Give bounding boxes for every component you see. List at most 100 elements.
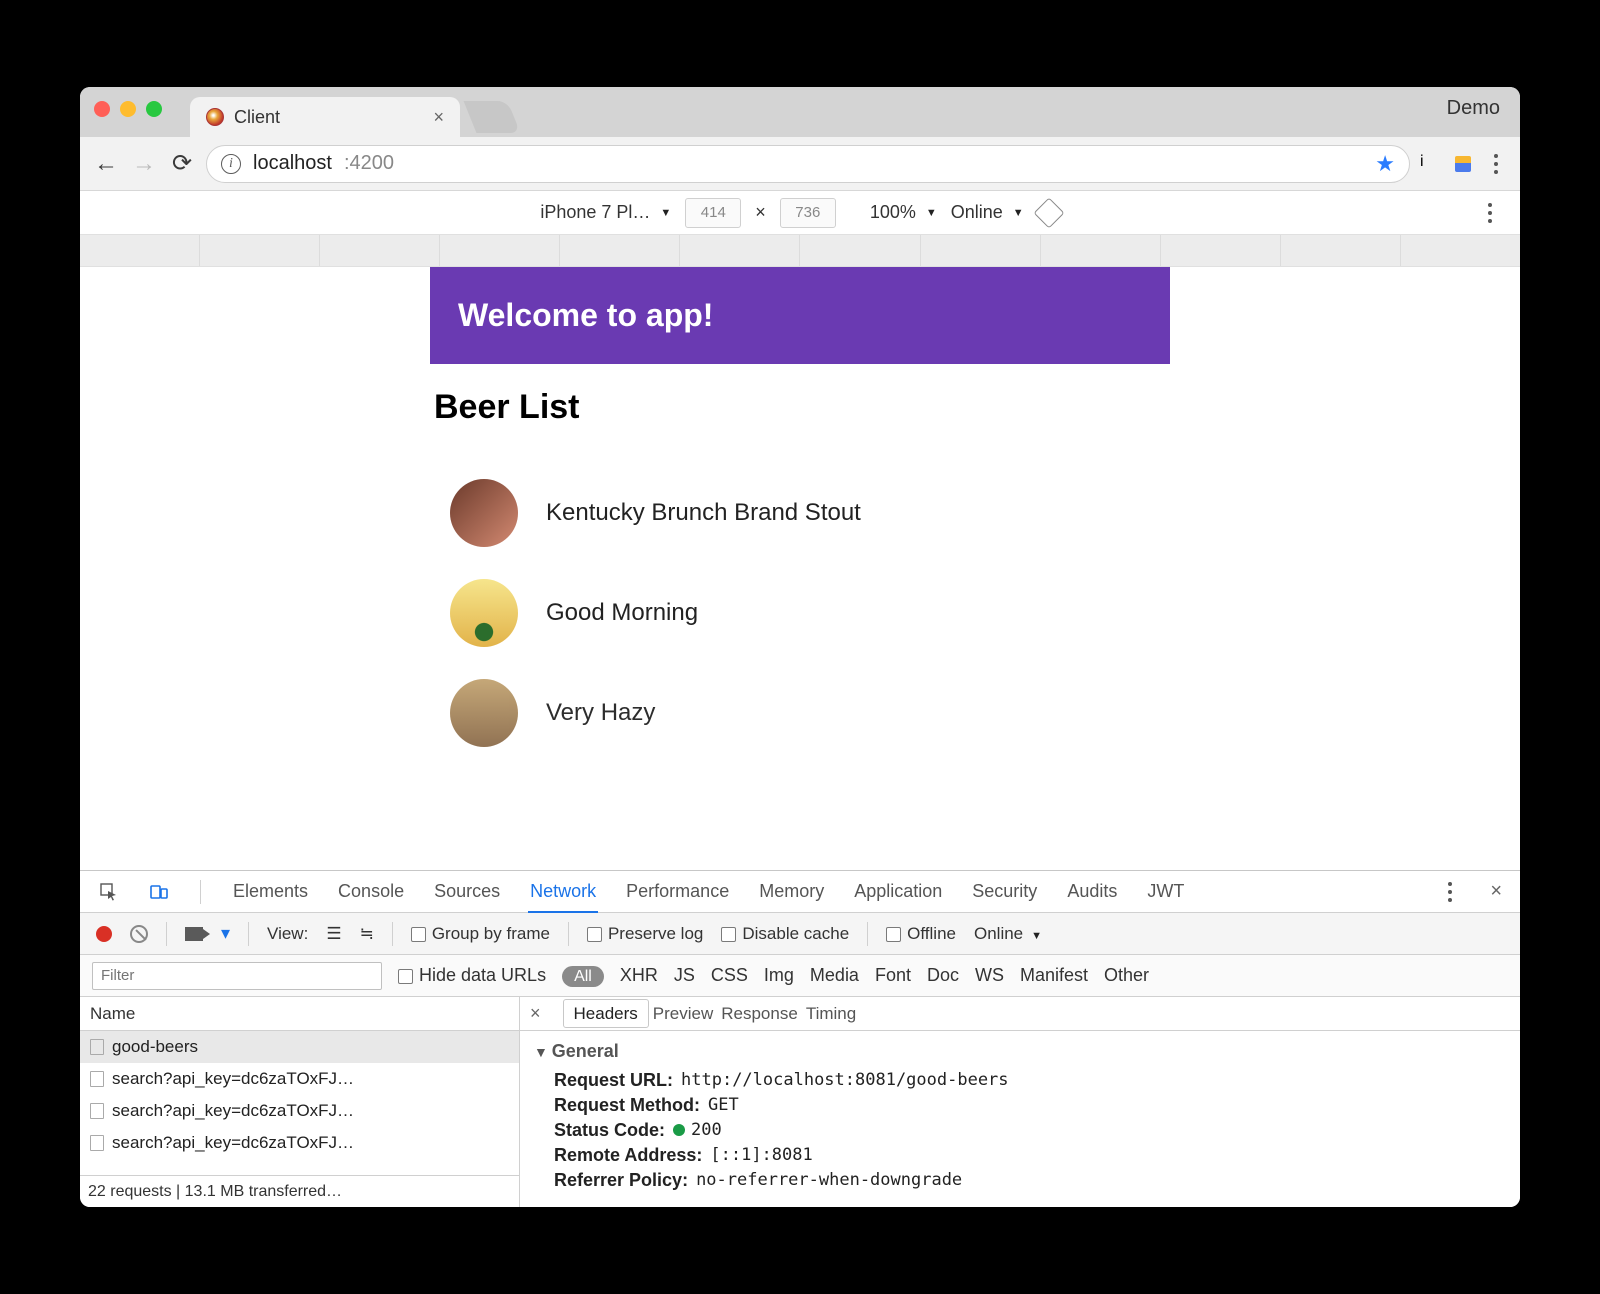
profile-label[interactable]: Demo [1447, 97, 1500, 120]
group-by-frame-checkbox[interactable]: Group by frame [411, 924, 550, 944]
rotate-icon[interactable] [1033, 197, 1064, 228]
type-filter-all[interactable]: All [562, 966, 604, 987]
remote-address-key: Remote Address: [554, 1145, 702, 1166]
devtools-tab-elements[interactable]: Elements [231, 871, 310, 911]
device-select[interactable]: iPhone 7 Pl… [540, 202, 671, 223]
type-filter-css[interactable]: CSS [711, 965, 748, 985]
type-filter-media[interactable]: Media [810, 965, 859, 985]
request-row[interactable]: good-beers [80, 1031, 519, 1063]
dimensions-times: × [755, 202, 766, 223]
name-column-header[interactable]: Name [80, 997, 519, 1031]
inspect-icon[interactable] [98, 881, 120, 903]
zoom-select[interactable]: 100% [870, 202, 937, 223]
filter-input[interactable] [92, 962, 382, 990]
list-item[interactable]: Kentucky Brunch Brand Stout [450, 463, 1150, 563]
devtools-tab-console[interactable]: Console [336, 871, 406, 911]
document-icon [90, 1071, 104, 1087]
devtools-tab-jwt[interactable]: JWT [1145, 871, 1186, 911]
view-list-icon[interactable]: ☰ [326, 924, 341, 944]
type-filter-xhr[interactable]: XHR [620, 965, 658, 985]
forward-button[interactable]: → [130, 150, 158, 178]
referrer-policy-key: Referrer Policy: [554, 1170, 688, 1191]
type-filter-js[interactable]: JS [674, 965, 695, 985]
network-status-line: 22 requests | 13.1 MB transferred… [80, 1175, 519, 1207]
status-code-key: Status Code: [554, 1120, 665, 1141]
type-filter-img[interactable]: Img [764, 965, 794, 985]
device-mode-icon[interactable] [148, 881, 170, 903]
type-filter-manifest[interactable]: Manifest [1020, 965, 1088, 985]
devtools-menu-button[interactable] [1438, 882, 1462, 902]
remote-address-value: [::1]:8081 [710, 1145, 812, 1166]
window-minimize-button[interactable] [120, 101, 136, 117]
preserve-log-checkbox[interactable]: Preserve log [587, 924, 703, 944]
reload-button[interactable]: ⟳ [168, 149, 196, 178]
devtools-tab-audits[interactable]: Audits [1065, 871, 1119, 911]
status-dot-icon [673, 1124, 685, 1136]
device-menu-button[interactable] [1478, 203, 1502, 223]
type-filter-other[interactable]: Other [1104, 965, 1149, 985]
offline-checkbox[interactable]: Offline [886, 924, 956, 944]
page-info-icon[interactable]: i [1420, 153, 1442, 175]
breakpoint-ruler[interactable] [80, 235, 1520, 267]
new-tab-button[interactable] [464, 101, 521, 133]
disable-cache-checkbox[interactable]: Disable cache [721, 924, 849, 944]
request-row[interactable]: search?api_key=dc6zaTOxFJ… [80, 1095, 519, 1127]
devtools-tab-memory[interactable]: Memory [757, 871, 826, 911]
request-row[interactable]: search?api_key=dc6zaTOxFJ… [80, 1063, 519, 1095]
close-details-button[interactable]: × [530, 1003, 541, 1024]
hide-data-urls-checkbox[interactable]: Hide data URLs [398, 965, 546, 986]
devtools-tab-application[interactable]: Application [852, 871, 944, 911]
filter-icon[interactable]: ▾ [221, 923, 230, 944]
viewport-height-input[interactable] [780, 198, 836, 228]
subtab-headers[interactable]: Headers [563, 999, 649, 1028]
bookmark-star-icon[interactable]: ★ [1375, 151, 1395, 177]
subtab-response[interactable]: Response [717, 998, 802, 1029]
browser-toolbar: ← → ⟳ i localhost:4200 ★ i [80, 137, 1520, 191]
devtools-tab-network[interactable]: Network [528, 871, 598, 913]
devtools-tab-security[interactable]: Security [970, 871, 1039, 911]
avatar [450, 479, 518, 547]
devtools-tab-performance[interactable]: Performance [624, 871, 731, 911]
address-bar[interactable]: i localhost:4200 ★ [206, 145, 1410, 183]
request-name: search?api_key=dc6zaTOxFJ… [112, 1133, 354, 1153]
online-throttle-select[interactable]: Online [974, 924, 1042, 944]
browser-tab[interactable]: Client × [190, 97, 460, 137]
viewport-width-input[interactable] [685, 198, 741, 228]
subtab-timing[interactable]: Timing [802, 998, 860, 1029]
list-item[interactable]: Good Morning [450, 563, 1150, 663]
type-filter-ws[interactable]: WS [975, 965, 1004, 985]
tab-close-button[interactable]: × [433, 107, 444, 128]
beer-list: Kentucky Brunch Brand Stout Good Morning… [430, 463, 1170, 763]
request-name: search?api_key=dc6zaTOxFJ… [112, 1101, 354, 1121]
site-info-icon[interactable]: i [221, 154, 241, 174]
request-row[interactable]: search?api_key=dc6zaTOxFJ… [80, 1127, 519, 1159]
window-zoom-button[interactable] [146, 101, 162, 117]
view-label: View: [267, 924, 308, 944]
avatar [450, 679, 518, 747]
browser-menu-button[interactable] [1484, 154, 1508, 174]
throttle-select[interactable]: Online [951, 202, 1024, 223]
clear-button[interactable] [130, 925, 148, 943]
extension-icon[interactable] [1452, 153, 1474, 175]
tab-title: Client [234, 107, 280, 128]
type-filter-doc[interactable]: Doc [927, 965, 959, 985]
record-button[interactable] [96, 926, 112, 942]
request-method-key: Request Method: [554, 1095, 700, 1116]
network-toolbar: ▾ View: ☰ ≒ Group by frame Preserve log … [80, 913, 1520, 955]
view-waterfall-icon[interactable]: ≒ [360, 924, 374, 944]
back-button[interactable]: ← [92, 150, 120, 178]
general-section[interactable]: General [534, 1041, 1506, 1062]
devtools-tab-sources[interactable]: Sources [432, 871, 502, 911]
subtab-preview[interactable]: Preview [649, 998, 717, 1029]
window-close-button[interactable] [94, 101, 110, 117]
devtools-close-button[interactable]: × [1490, 880, 1502, 903]
beer-name: Good Morning [546, 599, 698, 627]
page-heading: Beer List [430, 364, 1170, 463]
screenshot-icon[interactable] [185, 927, 203, 941]
emulated-screen: Welcome to app! Beer List Kentucky Brunc… [430, 267, 1170, 870]
request-name: good-beers [112, 1037, 198, 1057]
type-filter-font[interactable]: Font [875, 965, 911, 985]
requests-list: Name good-beers search?api_key=dc6zaTOxFJ… [80, 997, 520, 1207]
request-details: × HeadersPreviewResponseTiming General R… [520, 997, 1520, 1207]
list-item[interactable]: Very Hazy [450, 663, 1150, 763]
